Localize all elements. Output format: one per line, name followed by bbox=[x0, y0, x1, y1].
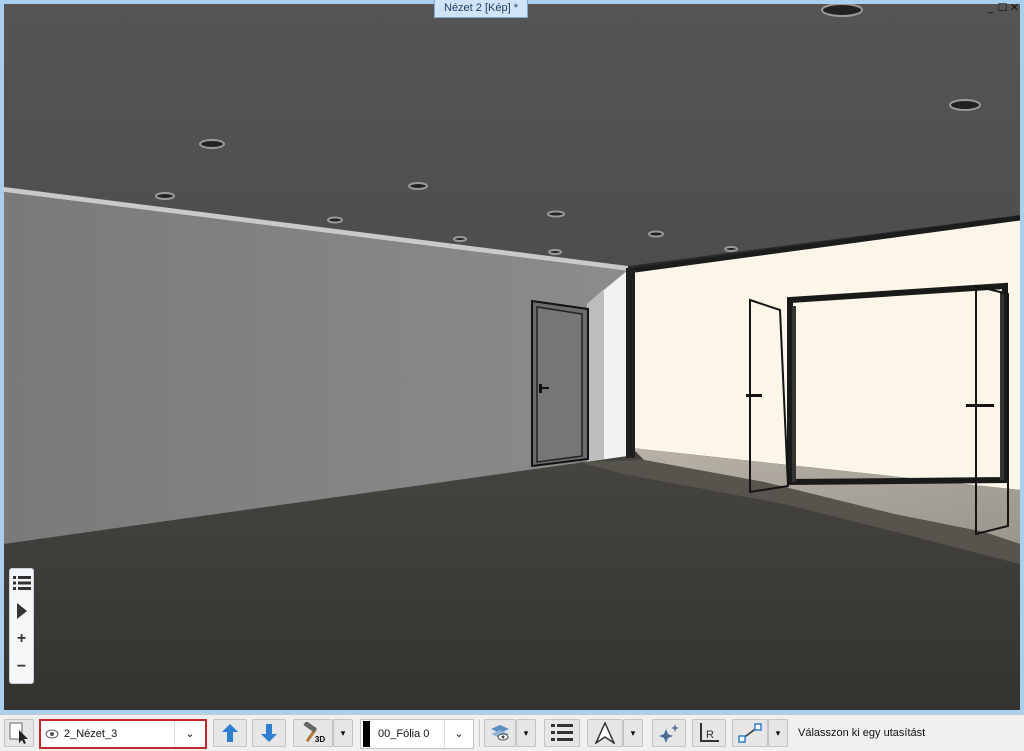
eye-icon bbox=[45, 729, 59, 739]
maximize-button[interactable]: ☐ bbox=[997, 2, 1008, 14]
measure-line-dropdown[interactable]: ▾ bbox=[768, 719, 788, 747]
move-up-button[interactable] bbox=[213, 719, 247, 747]
door-left-wall bbox=[531, 299, 589, 468]
view-window-title[interactable]: Nézet 2 [Kép] * bbox=[434, 0, 528, 18]
measure-line-icon bbox=[738, 723, 762, 743]
svg-text:R: R bbox=[706, 729, 714, 741]
3d-label: 3D bbox=[314, 734, 326, 744]
arrow-up-icon bbox=[222, 724, 238, 742]
list-icon[interactable] bbox=[10, 569, 33, 597]
window-controls: _ ☐ ✕ bbox=[985, 2, 1020, 16]
bottom-toolbar: 2_Nézet_3 ⌄ 3D ▾ 00_Fólia 0 ⌄ ▾ ▾ R ▾ Vá… bbox=[0, 714, 1024, 751]
toolbar-separator bbox=[479, 719, 480, 747]
zoom-out-icon[interactable]: − bbox=[10, 653, 33, 681]
list-button[interactable] bbox=[544, 719, 580, 747]
snap-button[interactable] bbox=[587, 719, 623, 747]
snap-arrow-icon bbox=[595, 722, 615, 744]
play-icon[interactable] bbox=[10, 597, 33, 625]
layers-visibility-icon bbox=[491, 725, 509, 741]
layer-visibility-dropdown[interactable]: ▾ bbox=[516, 719, 536, 747]
chevron-down-icon[interactable]: ⌄ bbox=[444, 720, 473, 748]
view-window-frame: Nézet 2 [Kép] * _ ☐ ✕ + − bbox=[0, 0, 1024, 714]
sparkle-tool-button[interactable] bbox=[652, 719, 686, 747]
close-button[interactable]: ✕ bbox=[1009, 2, 1020, 14]
layer-selector[interactable]: 00_Fólia 0 ⌄ bbox=[360, 719, 474, 749]
view-selector-value: 2_Nézet_3 bbox=[64, 728, 118, 740]
cursor-icon bbox=[9, 722, 28, 744]
status-prompt: Válasszon ki egy utasítást bbox=[798, 727, 926, 739]
build-3d-dropdown[interactable]: ▾ bbox=[333, 719, 353, 747]
layer-visibility-button[interactable] bbox=[484, 719, 516, 747]
minimize-button[interactable]: _ bbox=[985, 2, 996, 14]
navigation-side-toolbar: + − bbox=[9, 568, 34, 684]
move-down-button[interactable] bbox=[252, 719, 286, 747]
snap-dropdown[interactable]: ▾ bbox=[623, 719, 643, 747]
sparkle-icon bbox=[659, 724, 679, 743]
zoom-in-icon[interactable]: + bbox=[10, 625, 33, 653]
measure-line-button[interactable] bbox=[732, 719, 768, 747]
axis-r-icon: R bbox=[700, 723, 719, 742]
reference-axis-button[interactable]: R bbox=[692, 719, 726, 747]
3d-viewport[interactable]: + − bbox=[4, 4, 1020, 710]
lit-wall-shadow bbox=[587, 289, 604, 462]
list-icon bbox=[551, 724, 573, 741]
3d-scene bbox=[4, 4, 1020, 710]
chevron-down-icon[interactable]: ⌄ bbox=[174, 721, 205, 747]
layer-color-swatch bbox=[363, 721, 370, 747]
corner-column bbox=[626, 268, 635, 458]
layer-selector-value: 00_Fólia 0 bbox=[378, 728, 430, 740]
select-cursor-button[interactable] bbox=[4, 719, 34, 747]
build-3d-button[interactable]: 3D bbox=[293, 719, 333, 747]
arrow-down-icon bbox=[261, 724, 277, 742]
view-selector[interactable]: 2_Nézet_3 ⌄ bbox=[39, 719, 207, 749]
